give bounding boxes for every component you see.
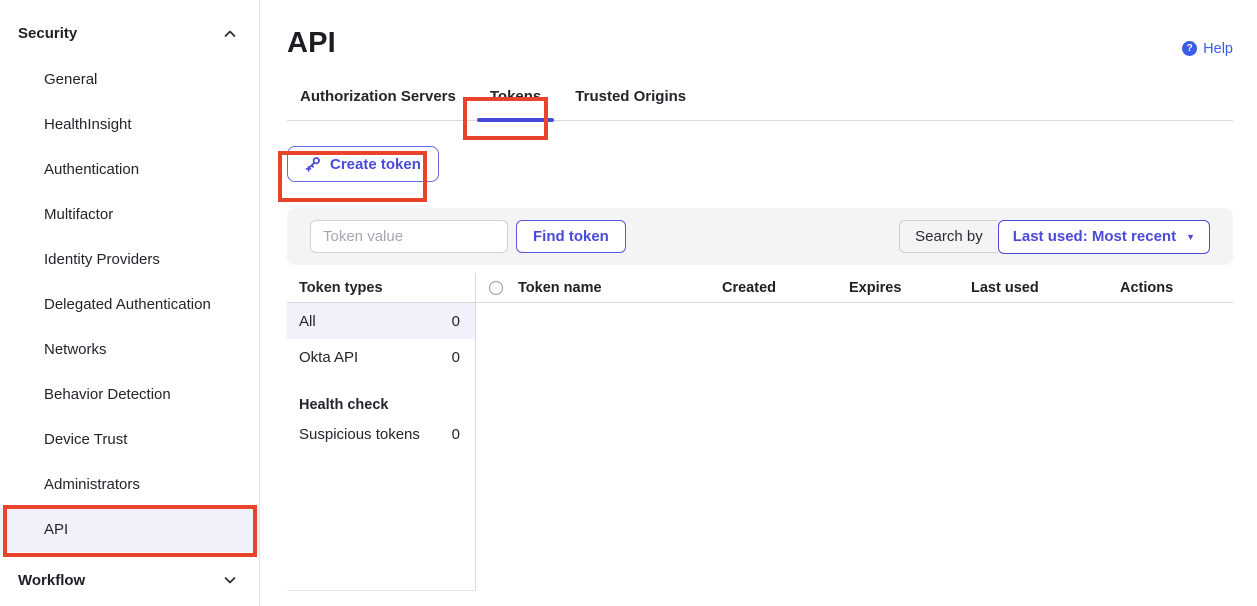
sidebar-section-label: Security [18,25,77,42]
sidebar-section-security[interactable]: Security [0,0,259,57]
column-expires: Expires [849,280,971,296]
token-type-count: 0 [452,313,460,330]
create-token-row: Create token [287,146,1233,182]
suspicious-tokens-row[interactable]: Suspicious tokens 0 [287,418,475,450]
sidebar-item-authentication[interactable]: Authentication [0,147,259,192]
page-title: API [287,27,336,60]
column-last-used: Last used [971,280,1120,296]
tab-trusted-origins[interactable]: Trusted Origins [562,82,699,120]
okta-admin-api-page: Security General HealthInsight Authentic… [0,0,1257,606]
sidebar-item-networks[interactable]: Networks [0,327,259,372]
suspicious-tokens-count: 0 [452,426,460,443]
column-actions: Actions [1120,280,1233,296]
page-header: API ? Help [287,27,1233,60]
chevron-up-icon [223,27,237,41]
sidebar-item-delegated-authentication[interactable]: Delegated Authentication [0,282,259,327]
search-by-group: Search by Last used: Most recent ▼ [899,220,1210,254]
sidebar-item-general[interactable]: General [0,57,259,102]
token-filter-bar: Find token Search by Last used: Most rec… [287,208,1233,265]
column-token-name: Token name [518,280,722,296]
find-token-button[interactable]: Find token [516,220,626,253]
help-link-label: Help [1203,41,1233,57]
caret-down-icon: ▼ [1186,232,1195,242]
tab-bar: Authorization Servers Tokens Trusted Ori… [287,82,1233,121]
main-content: API ? Help Authorization Servers Tokens … [260,0,1257,606]
token-types-header: Token types [287,273,475,303]
health-check-header: Health check [287,392,475,418]
sidebar-security-items: General HealthInsight Authentication Mul… [0,57,259,552]
create-token-label: Create token [330,156,421,173]
token-type-label: All [299,313,316,330]
tokens-list-header: Token name Created Expires Last used Act… [476,273,1233,303]
sidebar-item-device-trust[interactable]: Device Trust [0,417,259,462]
sort-dropdown-value: Last used: Most recent [1013,228,1176,245]
token-type-label: Okta API [299,349,358,366]
token-types-panel: Token types All 0 Okta API 0 Health chec… [287,273,476,591]
sidebar-item-administrators[interactable]: Administrators [0,462,259,507]
chevron-down-icon [223,573,237,587]
tokens-list-body [476,303,1233,591]
select-all-cell [476,281,518,295]
sidebar-item-identity-providers[interactable]: Identity Providers [0,237,259,282]
token-type-count: 0 [452,349,460,366]
token-value-input[interactable] [310,220,508,253]
tokens-table: Token types All 0 Okta API 0 Health chec… [287,273,1233,591]
tokens-list: Token name Created Expires Last used Act… [476,273,1233,591]
search-by-label: Search by [899,220,998,253]
column-created: Created [722,280,849,296]
sidebar-item-healthinsight[interactable]: HealthInsight [0,102,259,147]
sidebar-section-workflow[interactable]: Workflow [0,560,259,600]
sidebar-item-api[interactable]: API [0,507,259,552]
sidebar-item-multifactor[interactable]: Multifactor [0,192,259,237]
sidebar: Security General HealthInsight Authentic… [0,0,260,606]
tab-tokens[interactable]: Tokens [477,82,554,120]
suspicious-tokens-label: Suspicious tokens [299,426,420,443]
select-all-radio[interactable] [489,281,503,295]
sidebar-item-behavior-detection[interactable]: Behavior Detection [0,372,259,417]
key-plus-icon [305,156,321,172]
token-type-all[interactable]: All 0 [287,303,475,339]
create-token-button[interactable]: Create token [287,146,439,182]
token-type-okta-api[interactable]: Okta API 0 [287,339,475,375]
sidebar-section-label: Workflow [18,572,85,589]
help-question-icon: ? [1182,41,1197,56]
tab-authorization-servers[interactable]: Authorization Servers [287,82,469,120]
sort-dropdown[interactable]: Last used: Most recent ▼ [998,220,1210,254]
help-link[interactable]: ? Help [1182,41,1233,57]
